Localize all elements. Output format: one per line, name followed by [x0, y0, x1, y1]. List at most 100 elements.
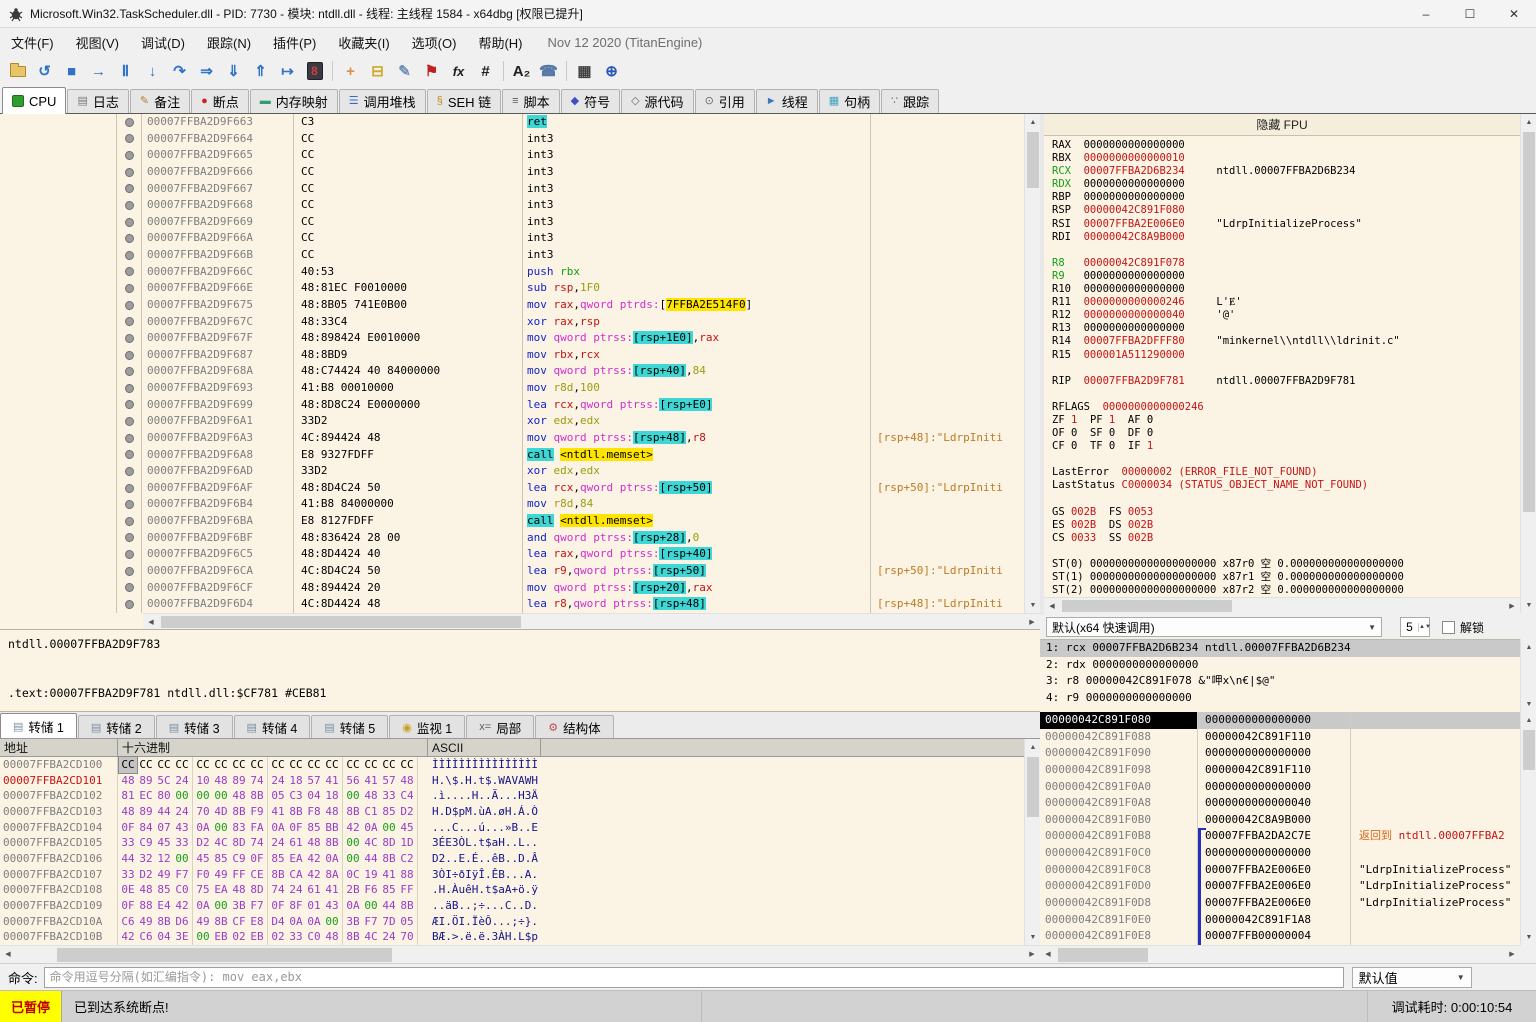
byte-cell[interactable]: 33	[173, 835, 191, 851]
argument-row[interactable]: 1: rcx 00007FFBA2D6B234 ntdll.00007FFBA2…	[1040, 640, 1520, 657]
register-line[interactable]	[1052, 545, 1520, 558]
menu-item[interactable]: 选项(O)	[401, 28, 468, 56]
byte-cell[interactable]: 48	[230, 788, 248, 804]
byte-cell[interactable]: CC	[398, 757, 416, 773]
maximize-button[interactable]: ☐	[1448, 0, 1492, 28]
byte-cell[interactable]: 02	[269, 929, 287, 945]
scroll-thumb[interactable]	[161, 616, 521, 628]
register-line[interactable]: RCX 00007FFBA2D6B234 ntdll.00007FFBA2D6B…	[1052, 165, 1520, 178]
byte-cell[interactable]: 8D	[230, 835, 248, 851]
byte-cell[interactable]: 41	[380, 867, 398, 883]
register-line[interactable]: RDX 0000000000000000	[1052, 178, 1520, 191]
register-line[interactable]: RBP 0000000000000000	[1052, 191, 1520, 204]
byte-cell[interactable]: 42	[305, 867, 323, 883]
byte-cell[interactable]: 00	[362, 898, 380, 914]
byte-cell[interactable]: 8B	[269, 867, 287, 883]
register-line[interactable]: R11 0000000000000246 L'Ɇ'	[1052, 296, 1520, 309]
menu-item[interactable]: 跟踪(N)	[196, 28, 262, 56]
byte-cell[interactable]: 84	[137, 820, 155, 836]
byte-cell[interactable]: FA	[248, 820, 266, 836]
breakpoint-dot-icon[interactable]	[124, 433, 134, 443]
register-line[interactable]: ST(1) 00000000000000000000 x87r1 空 0.000…	[1052, 571, 1520, 584]
tab-seh-chain[interactable]: § SEH 链	[426, 89, 502, 113]
scroll-down-arrow[interactable]: ▼	[1025, 597, 1041, 613]
byte-cell[interactable]: 8F	[287, 898, 305, 914]
byte-cell[interactable]: CC	[305, 757, 323, 773]
byte-cell[interactable]: 85	[380, 882, 398, 898]
scroll-thumb[interactable]	[1058, 948, 1148, 962]
byte-cell[interactable]: CC	[344, 757, 362, 773]
register-line[interactable]: RFLAGS 0000000000000246	[1052, 401, 1520, 414]
byte-cell[interactable]: 41	[362, 773, 380, 789]
byte-cell[interactable]: 41	[269, 804, 287, 820]
byte-cell[interactable]: 56	[344, 773, 362, 789]
byte-cell[interactable]: 0A	[344, 898, 362, 914]
disasm-row[interactable]: 00007FFBA2D9F67C 48:33C4 xor rax,rsp	[0, 313, 1024, 331]
scroll-down-arrow[interactable]: ▼	[1521, 929, 1536, 945]
register-line[interactable]: RDI 00000042C8A9B000	[1052, 231, 1520, 244]
byte-cell[interactable]: 74	[269, 882, 287, 898]
byte-cell[interactable]: 42	[173, 898, 191, 914]
breakpoint-column[interactable]	[117, 562, 142, 580]
byte-cell[interactable]: F7	[173, 867, 191, 883]
byte-cell[interactable]: D6	[173, 914, 191, 930]
byte-cell[interactable]: 19	[362, 867, 380, 883]
dump-tab-dump[interactable]: ▤ 转储 3	[155, 715, 233, 738]
byte-cell[interactable]: 00	[194, 788, 212, 804]
disasm-row[interactable]: 00007FFBA2D9F6AF 48:8D4C24 50 lea rcx,qwor…	[0, 479, 1024, 497]
dump-row[interactable]: 00007FFBA2CD102 81 EC 80 00 00 00 48 8B 05 C3 04 18 0…	[0, 788, 1024, 804]
breakpoint-column[interactable]	[117, 579, 142, 597]
command-input[interactable]	[43, 966, 1344, 988]
disasm-row[interactable]: 00007FFBA2D9F667 CC int3	[0, 180, 1024, 198]
scroll-left-arrow[interactable]: ◀	[1044, 598, 1060, 614]
byte-cell[interactable]: CC	[380, 757, 398, 773]
disasm-row[interactable]: 00007FFBA2D9F6A1 33D2 xor edx,edx	[0, 413, 1024, 430]
breakpoint-column[interactable]	[117, 114, 142, 131]
breakpoint-dot-icon[interactable]	[124, 483, 134, 493]
byte-cell[interactable]: 49	[212, 867, 230, 883]
byte-cell[interactable]: 18	[287, 773, 305, 789]
assemble-a2-button[interactable]: A₂	[508, 58, 535, 84]
byte-cell[interactable]: C6	[137, 929, 155, 945]
byte-cell[interactable]: 8B	[380, 851, 398, 867]
tab-script[interactable]: ≡ 脚本	[502, 89, 560, 113]
byte-cell[interactable]: CC	[362, 757, 380, 773]
step-out-button[interactable]: ⇓	[220, 58, 247, 84]
disasm-row[interactable]: 00007FFBA2D9F6CF 48:894424 20 mov qword pt…	[0, 579, 1024, 597]
restart-button[interactable]: ↺	[31, 58, 58, 84]
disasm-row[interactable]: 00007FFBA2D9F67F 48:898424 E0010000 mov qw…	[0, 330, 1024, 347]
byte-cell[interactable]: 24	[380, 929, 398, 945]
attach-button[interactable]: ✎	[391, 58, 418, 84]
tab-cpu[interactable]: CPU	[2, 87, 67, 114]
scroll-down-arrow[interactable]: ▼	[1521, 597, 1536, 613]
byte-cell[interactable]: 4C	[212, 835, 230, 851]
breakpoint-dot-icon[interactable]	[124, 516, 134, 526]
byte-cell[interactable]: 89	[230, 773, 248, 789]
byte-cell[interactable]: 3B	[344, 914, 362, 930]
dump-header-hex[interactable]: 十六进制	[118, 739, 428, 757]
byte-cell[interactable]: F0	[194, 867, 212, 883]
byte-cell[interactable]: 24	[269, 773, 287, 789]
breakpoint-dot-icon[interactable]	[124, 317, 134, 327]
breakpoint-column[interactable]	[117, 180, 142, 198]
run-to-selection-button[interactable]: ⇒	[193, 58, 220, 84]
register-line[interactable]	[1052, 388, 1520, 401]
disasm-row[interactable]: 00007FFBA2D9F669 CC int3	[0, 213, 1024, 231]
patches-button[interactable]: +	[337, 58, 364, 84]
byte-cell[interactable]: CC	[173, 757, 191, 773]
register-line[interactable]: OF 0 SF 0 DF 0	[1052, 427, 1520, 440]
byte-cell[interactable]: 00	[344, 835, 362, 851]
register-line[interactable]: RSP 00000042C891F080	[1052, 204, 1520, 217]
byte-cell[interactable]: C9	[137, 835, 155, 851]
tab-references[interactable]: ⊙ 引用	[694, 89, 755, 113]
byte-cell[interactable]: EC	[137, 788, 155, 804]
stack-row[interactable]: 00000042C891F088 00000042C891F110	[1040, 728, 1520, 746]
breakpoint-column[interactable]	[117, 596, 142, 613]
byte-cell[interactable]: 8B	[344, 929, 362, 945]
stack-row[interactable]: 00000042C891F0D0 00007FFBA2E006E0 "LdrpIni…	[1040, 878, 1520, 895]
close-button[interactable]: ✕	[1492, 0, 1536, 28]
breakpoint-dot-icon[interactable]	[124, 184, 134, 194]
register-line[interactable]: ST(2) 00000000000000000000 x87r2 空 0.000…	[1052, 584, 1520, 597]
breakpoint-column[interactable]	[117, 147, 142, 164]
byte-cell[interactable]: EB	[248, 929, 266, 945]
